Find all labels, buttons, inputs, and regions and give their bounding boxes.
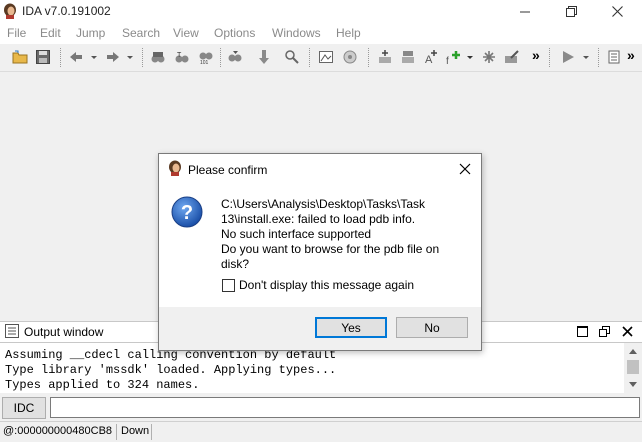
confirm-dialog: Please confirm ? C:\Users\Analysis\Deskt… <box>158 153 482 351</box>
svg-text:?: ? <box>181 202 193 224</box>
chevron-down-icon[interactable] <box>581 49 591 65</box>
chevron-down-icon[interactable] <box>465 49 475 65</box>
dialog-title: Please confirm <box>188 163 268 177</box>
title-bar: IDA v7.0.191002 <box>0 0 642 23</box>
asterisk-icon[interactable] <box>481 49 497 65</box>
ida-logo-icon <box>169 160 181 176</box>
close-window-button[interactable] <box>594 0 640 23</box>
message-line: 13\install.exe: failed to load pdb info. <box>221 212 416 226</box>
idc-language-button[interactable]: IDC <box>2 397 46 419</box>
menu-windows[interactable]: Windows <box>272 26 321 40</box>
toolbar-separator <box>142 48 146 67</box>
toolbar-separator <box>220 48 224 67</box>
status-address: @:000000000480CB8 <box>3 425 113 437</box>
no-button[interactable]: No <box>396 317 468 338</box>
status-divider <box>151 424 152 440</box>
toolbar-overflow-button[interactable]: » <box>532 47 548 63</box>
find-binary-icon[interactable]: 101 <box>198 49 214 65</box>
command-bar: IDC <box>0 395 642 419</box>
output-window-icon <box>5 324 19 338</box>
close-icon <box>611 6 623 17</box>
menu-file[interactable]: File <box>7 26 26 40</box>
menu-jump[interactable]: Jump <box>76 26 105 40</box>
toolbar-separator <box>60 48 64 67</box>
ida-logo-icon <box>4 3 16 19</box>
menu-bar: File Edit Jump Search View Options Windo… <box>0 23 642 44</box>
minimize-icon <box>520 11 530 12</box>
svg-text:101: 101 <box>200 60 209 65</box>
forward-arrow-icon[interactable] <box>105 49 121 65</box>
message-line: disk? <box>221 257 250 271</box>
restore-button[interactable] <box>548 0 594 23</box>
svg-text:A: A <box>425 54 433 65</box>
play-icon[interactable] <box>560 49 576 65</box>
string-icon[interactable]: A <box>423 49 439 65</box>
close-icon[interactable] <box>459 163 471 175</box>
save-icon[interactable] <box>35 49 51 65</box>
status-bar: @:000000000480CB8 Down <box>0 421 642 442</box>
scrollbar-thumb[interactable] <box>627 360 639 374</box>
graph-view-icon[interactable] <box>318 49 334 65</box>
window-title: IDA v7.0.191002 <box>22 4 111 18</box>
toolbar-separator <box>309 48 313 67</box>
status-divider <box>116 424 117 440</box>
down-arrow-icon[interactable] <box>256 49 272 65</box>
status-direction: Down <box>121 425 150 437</box>
toolbar: T 101 A f » » <box>0 44 642 72</box>
data-icon[interactable] <box>400 49 416 65</box>
menu-help[interactable]: Help <box>336 26 361 40</box>
idc-command-input[interactable] <box>50 397 640 418</box>
svg-text:f: f <box>446 56 449 65</box>
menu-edit[interactable]: Edit <box>40 26 61 40</box>
chevron-down-icon[interactable] <box>89 49 99 65</box>
message-line: Do you want to browse for the pdb file o… <box>221 242 440 256</box>
open-folder-icon[interactable] <box>12 49 28 65</box>
close-icon[interactable] <box>622 326 633 337</box>
dialog-button-bar: Yes No <box>159 307 481 350</box>
chevron-down-icon[interactable] <box>125 49 135 65</box>
toolbar-separator <box>368 48 372 67</box>
toolbar-separator <box>598 48 602 67</box>
find-text-icon[interactable]: T <box>174 49 190 65</box>
dialog-message: C:\Users\Analysis\Desktop\Tasks\Task 13\… <box>221 197 471 272</box>
checkbox-label: Don't display this message again <box>239 278 415 292</box>
restore-icon <box>565 6 577 17</box>
yes-button[interactable]: Yes <box>315 317 387 338</box>
message-line: No such interface supported <box>221 227 372 241</box>
message-line: C:\Users\Analysis\Desktop\Tasks\Task <box>221 197 426 211</box>
output-window-title: Output window <box>24 325 104 339</box>
minimize-button[interactable] <box>502 0 548 23</box>
output-scrollbar[interactable] <box>624 343 642 393</box>
scroll-down-icon[interactable] <box>628 381 638 389</box>
code-icon[interactable] <box>377 49 393 65</box>
find-next-icon[interactable] <box>227 49 243 65</box>
output-line: Types applied to 324 names. <box>5 378 200 392</box>
proximity-view-icon[interactable] <box>342 49 358 65</box>
dont-display-checkbox[interactable] <box>222 279 235 292</box>
back-arrow-icon[interactable] <box>68 49 84 65</box>
toolbar-separator <box>549 48 553 67</box>
add-function-icon[interactable]: f <box>446 49 462 65</box>
menu-search[interactable]: Search <box>122 26 160 40</box>
search-icon[interactable] <box>284 49 300 65</box>
debugger-icon[interactable] <box>607 49 623 65</box>
toolbar-overflow-button[interactable]: » <box>627 47 642 63</box>
output-line: Type library 'mssdk' loaded. Applying ty… <box>5 363 337 377</box>
scroll-up-icon[interactable] <box>628 347 638 355</box>
float-window-icon[interactable] <box>599 326 610 337</box>
question-icon: ? <box>171 196 203 228</box>
svg-text:T: T <box>177 52 182 59</box>
maximize-icon[interactable] <box>577 326 588 337</box>
binoculars-icon[interactable] <box>150 49 166 65</box>
edit-icon[interactable] <box>504 49 520 65</box>
menu-options[interactable]: Options <box>214 26 255 40</box>
menu-view[interactable]: View <box>173 26 199 40</box>
